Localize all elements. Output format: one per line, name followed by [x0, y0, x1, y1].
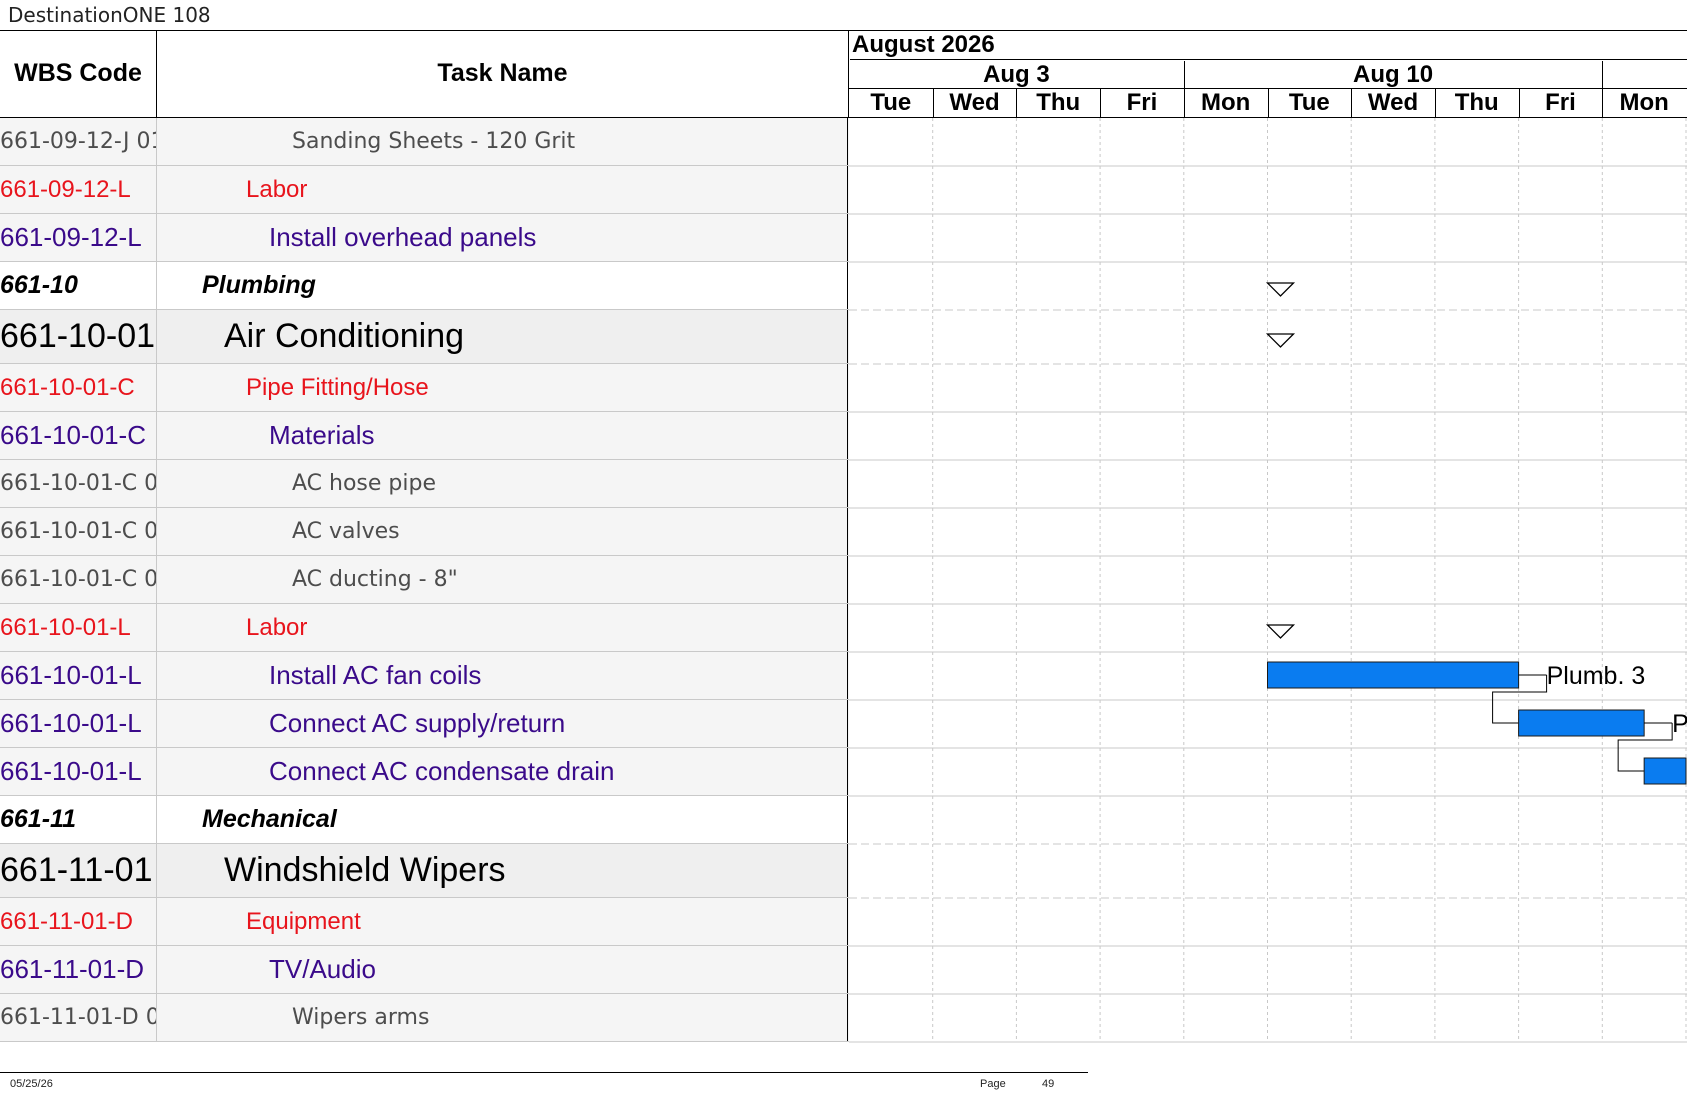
bar-label: Plumb. 3	[1547, 662, 1646, 690]
day-divider	[1016, 89, 1018, 117]
task-name-cell: Plumbing	[157, 262, 848, 309]
day-divider	[1267, 89, 1269, 117]
wbs-column-header[interactable]: WBS Code	[0, 30, 157, 117]
task-name-cell: Labor	[157, 604, 848, 651]
task-name-cell: Equipment	[157, 898, 848, 945]
timeline-day: Mon	[1200, 89, 1251, 116]
timeline-day: Wed	[1367, 89, 1419, 116]
footer-page-label: Page	[980, 1078, 1006, 1090]
timeline-day: Fri	[1545, 89, 1576, 116]
wbs-code-cell: 661-10-01-L	[0, 748, 157, 795]
wbs-code-cell: 661-10-01-L	[0, 604, 157, 651]
wbs-code-cell: 661-10-01-C 02	[0, 508, 157, 555]
task-name-cell: AC valves	[157, 508, 848, 555]
day-divider	[1351, 89, 1353, 117]
day-divider	[1434, 89, 1436, 117]
task-name-cell: Air Conditioning	[157, 310, 848, 363]
day-divider	[1183, 89, 1185, 117]
table-row[interactable]: 661-10 Plumbing	[0, 262, 849, 310]
wbs-code-cell: 661-11-01-D 01	[0, 994, 157, 1041]
table-row[interactable]: 661-11-01-D Equipment	[0, 898, 849, 946]
table-row[interactable]: 661-10-01-C 03 AC ducting - 8"	[0, 556, 849, 604]
timeline-month: August 2026	[850, 30, 1687, 60]
task-name-cell: AC hose pipe	[157, 460, 848, 507]
timeline-day: Fri	[1126, 89, 1158, 116]
wbs-code-cell: 661-11-01-D	[0, 898, 157, 945]
task-name-cell: Labor	[157, 166, 848, 213]
footer-page-number: 49	[1042, 1078, 1055, 1090]
table-row[interactable]: 661-09-12-L Install overhead panels	[0, 214, 849, 262]
task-column-header[interactable]: Task Name	[157, 30, 849, 117]
footer-divider	[0, 1072, 1088, 1073]
table-row[interactable]: 661-10-01-C Pipe Fitting/Hose	[0, 364, 849, 412]
day-divider	[1100, 89, 1102, 117]
task-name-cell: Connect AC condensate drain	[157, 748, 848, 795]
timeline-week-next	[1602, 61, 1687, 89]
table-row[interactable]: 661-10-01 Air Conditioning	[0, 310, 849, 364]
table-row[interactable]: 661-10-01-L Install AC fan coils	[0, 652, 849, 700]
table-row[interactable]: 661-11-01-D TV/Audio	[0, 946, 849, 994]
table-row[interactable]: 661-11-01-D 01 Wipers arms	[0, 994, 849, 1042]
wbs-code-cell: 661-09-12-J 01	[0, 118, 157, 165]
wbs-code-cell: 661-10-01-C 03	[0, 556, 157, 603]
task-name-cell: Install overhead panels	[157, 214, 848, 261]
task-name-cell: Windshield Wipers	[157, 844, 848, 897]
timeline-day: Tue	[1288, 89, 1330, 116]
wbs-code-cell: 661-10-01-L	[0, 652, 157, 699]
day-divider	[1518, 89, 1520, 117]
wbs-code-cell: 661-10-01-C	[0, 412, 157, 459]
week-divider	[1602, 61, 1604, 89]
gantt-chart: Plumb. 3 P	[849, 118, 1687, 1043]
table-row[interactable]: 661-11 Mechanical	[0, 796, 849, 844]
task-bar	[1518, 709, 1645, 737]
day-divider	[1602, 89, 1604, 117]
wbs-code-cell: 661-11	[0, 796, 157, 843]
task-name-cell: Mechanical	[157, 796, 848, 843]
table-row[interactable]: 661-10-01-L Connect AC supply/return	[0, 700, 849, 748]
task-name-cell: TV/Audio	[157, 946, 848, 993]
day-divider	[932, 89, 934, 117]
timeline-day: Mon	[1619, 89, 1669, 116]
wbs-code-cell: 661-09-12-L	[0, 214, 157, 261]
timeline-week: Aug 3	[849, 61, 1184, 89]
timeline-week: Aug 10	[1183, 61, 1603, 89]
task-name-cell: Connect AC supply/return	[157, 700, 848, 747]
wbs-code-cell: 661-09-12-L	[0, 166, 157, 213]
wbs-code-cell: 661-11-01-D	[0, 946, 157, 993]
timeline-day: Tue	[870, 89, 912, 116]
document-title: DestinationONE 108	[8, 3, 211, 27]
task-name-cell: AC ducting - 8"	[157, 556, 848, 603]
wbs-code-cell: 661-10-01-C	[0, 364, 157, 411]
task-name-cell: Wipers arms	[157, 994, 848, 1041]
table-row[interactable]: 661-10-01-C Materials	[0, 412, 849, 460]
wbs-code-cell: 661-10-01-L	[0, 700, 157, 747]
task-name-cell: Install AC fan coils	[157, 652, 848, 699]
wbs-code-cell: 661-10-01	[0, 310, 157, 363]
table-row[interactable]: 661-10-01-C 02 AC valves	[0, 508, 849, 556]
timeline-day: Thu	[1036, 89, 1081, 116]
wbs-code-cell: 661-11-01	[0, 844, 157, 897]
table-row[interactable]: 661-10-01-L Connect AC condensate drain	[0, 748, 849, 796]
summary-marker-icon	[1265, 282, 1296, 297]
task-name-cell: Materials	[157, 412, 848, 459]
summary-marker-icon	[1265, 333, 1296, 348]
task-bar	[1267, 661, 1520, 689]
table-row[interactable]: 661-10-01-C 01 AC hose pipe	[0, 460, 849, 508]
wbs-code-cell: 661-10	[0, 262, 157, 309]
summary-marker-icon	[1265, 624, 1296, 639]
week-divider	[1183, 61, 1185, 89]
task-name-cell: Pipe Fitting/Hose	[157, 364, 848, 411]
table-row[interactable]: 661-09-12-L Labor	[0, 166, 849, 214]
table-row[interactable]: 661-11-01 Windshield Wipers	[0, 844, 849, 898]
table-row[interactable]: 661-09-12-J 01 Sanding Sheets - 120 Grit	[0, 118, 849, 166]
timeline-day: Thu	[1454, 89, 1499, 116]
table-row[interactable]: 661-10-01-L Labor	[0, 604, 849, 652]
timeline-day: Wed	[949, 89, 1000, 116]
task-bar	[1643, 757, 1687, 785]
task-name-cell: Sanding Sheets - 120 Grit	[157, 118, 848, 165]
bar-label: P	[1672, 710, 1687, 738]
footer-date: 05/25/26	[10, 1078, 53, 1090]
wbs-code-cell: 661-10-01-C 01	[0, 460, 157, 507]
